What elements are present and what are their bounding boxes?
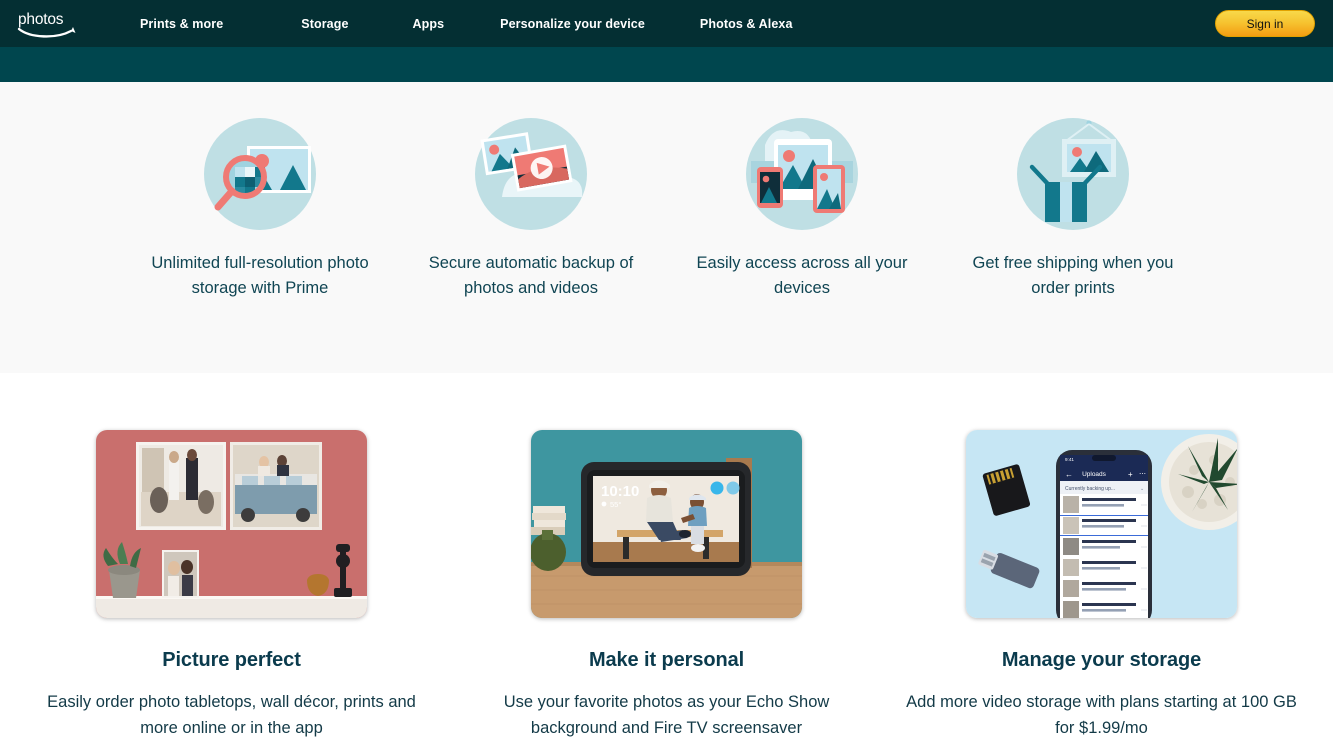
svg-text:⋯: ⋯: [1139, 471, 1146, 478]
phone-section-label: Currently backing up...: [1065, 486, 1115, 492]
promo-card-picture-perfect: Picture perfect Easily order photo table…: [14, 430, 449, 741]
sign-in-button[interactable]: Sign in: [1215, 10, 1315, 37]
svg-text:⋯: ⋯: [1141, 566, 1147, 572]
top-navigation-bar: photos Prints & more Storage Apps Person…: [0, 0, 1333, 47]
svg-text:⋯: ⋯: [1141, 503, 1147, 509]
nav-link-apps[interactable]: Apps: [413, 17, 445, 31]
nav-link-prints-and-more[interactable]: Prints & more: [140, 17, 223, 31]
svg-text:⋯: ⋯: [1141, 545, 1147, 551]
promo-card-make-it-personal: 10:10 55° Make it personal Use your favo…: [449, 430, 884, 741]
amazon-photos-logo-icon: photos: [17, 11, 76, 38]
amazon-photos-logo[interactable]: photos: [16, 7, 80, 41]
svg-text:photos: photos: [18, 11, 64, 28]
feature-item: Get free shipping when you order prints: [938, 115, 1209, 373]
phone-uploads-photo[interactable]: 9:41 Uploads ← + ⋯ Currently backing up.…: [966, 430, 1237, 618]
phone-uploads-header: Uploads: [1082, 471, 1107, 478]
promo-cards: Picture perfect Easily order photo table…: [0, 373, 1333, 741]
wall-decor-photo[interactable]: [96, 430, 367, 618]
svg-text:⋯: ⋯: [1141, 524, 1147, 530]
nav-links: Prints & more Storage Apps Personalize y…: [114, 0, 793, 47]
svg-text:⌄: ⌄: [1140, 486, 1144, 492]
promo-card-title: Picture perfect: [162, 649, 301, 671]
nav-link-personalize-your-device[interactable]: Personalize your device: [500, 17, 645, 31]
photo-video-cloud-icon: [475, 118, 587, 230]
svg-text:9:41: 9:41: [1065, 457, 1074, 462]
device-clock-text: 10:10: [601, 483, 639, 500]
secondary-nav-bar: [0, 47, 1333, 82]
multi-device-icon: [746, 118, 858, 230]
feature-item: Secure automatic backup of photos and vi…: [396, 115, 667, 373]
framed-print-person-icon: [1017, 118, 1129, 230]
feature-item: Unlimited full-resolution photo storage …: [125, 115, 396, 373]
promo-card-title: Make it personal: [588, 649, 745, 671]
promo-card-text: Add more video storage with plans starti…: [906, 693, 1297, 737]
nav-link-photos-and-alexa[interactable]: Photos & Alexa: [700, 17, 793, 31]
device-temperature-text: 55°: [610, 500, 621, 509]
svg-text:+: +: [1128, 470, 1133, 479]
svg-text:⋯: ⋯: [1141, 608, 1147, 614]
nav-link-storage[interactable]: Storage: [301, 17, 348, 31]
promo-card-manage-your-storage: 9:41 Uploads ← + ⋯ Currently backing up.…: [884, 430, 1319, 741]
feature-caption: Easily access across all your devices: [696, 254, 908, 297]
feature-item: Easily access across all your devices: [667, 115, 938, 373]
promo-card-text: Easily order photo tabletops, wall décor…: [47, 693, 416, 737]
svg-text:←: ←: [1065, 470, 1073, 479]
phone-upload-rows: ⋯ ⋯ ⋯ ⋯ ⋯ ⋯: [1060, 494, 1148, 618]
photo-magnifier-icon: [204, 118, 316, 230]
svg-text:⋯: ⋯: [1141, 587, 1147, 593]
feature-caption: Secure automatic backup of photos and vi…: [428, 254, 634, 297]
promo-card-title: Manage your storage: [1001, 649, 1202, 671]
feature-caption: Get free shipping when you order prints: [972, 254, 1174, 297]
feature-caption: Unlimited full-resolution photo storage …: [151, 254, 369, 297]
features-band: Unlimited full-resolution photo storage …: [0, 82, 1333, 373]
echo-show-photo[interactable]: 10:10 55°: [531, 430, 802, 618]
promo-card-text: Use your favorite photos as your Echo Sh…: [503, 693, 830, 737]
